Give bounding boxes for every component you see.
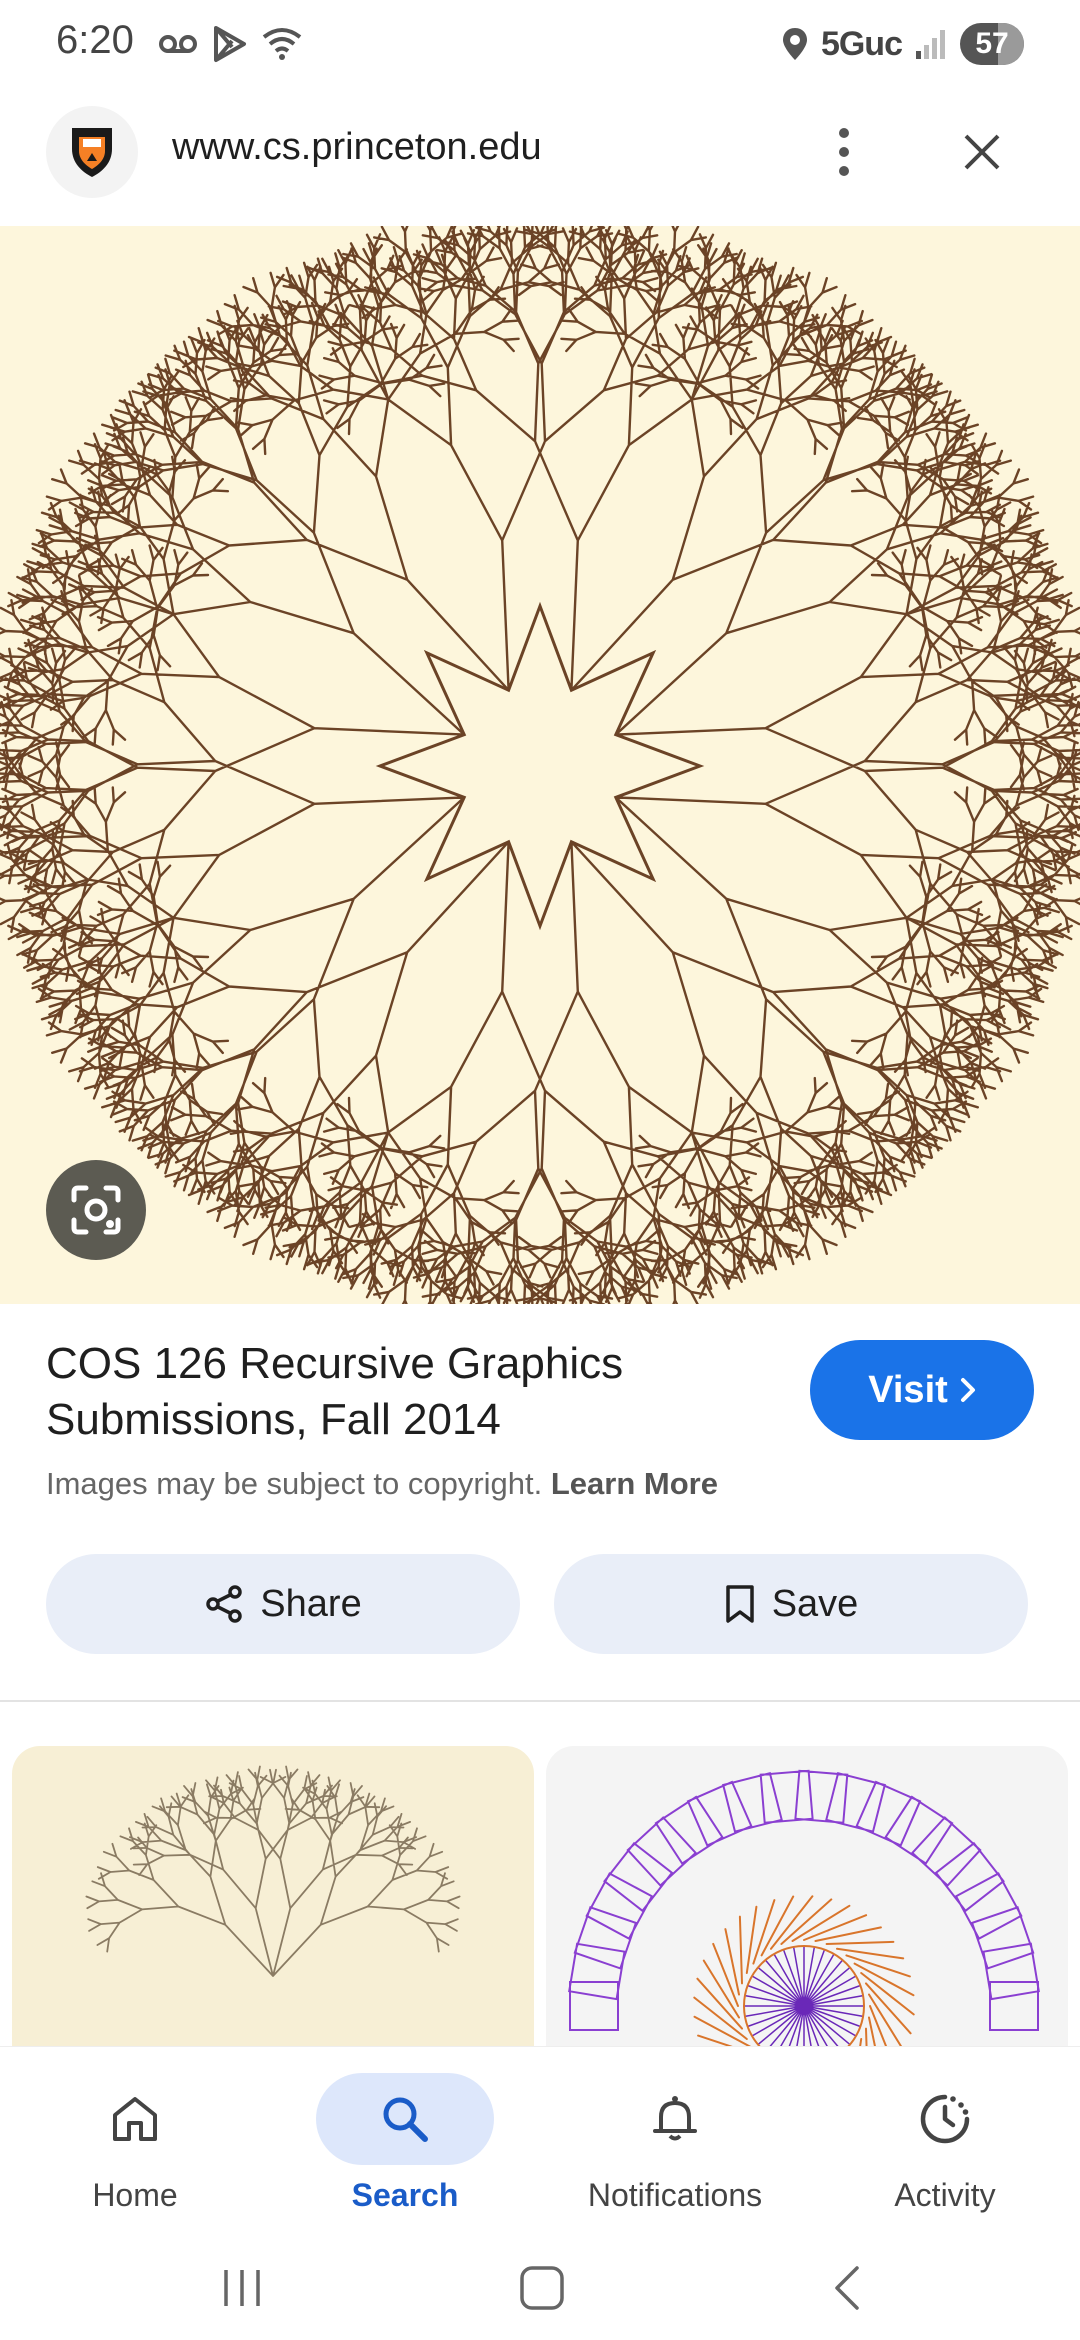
url-text[interactable]: www.cs.princeton.edu — [172, 126, 542, 169]
more-vert-icon — [839, 128, 849, 176]
copyright-notice: Images may be subject to copyright. Lear… — [46, 1466, 718, 1502]
copyright-text: Images may be subject to copyright. — [46, 1466, 543, 1501]
wifi-icon — [262, 28, 302, 60]
network-type: 5Guc — [820, 24, 903, 63]
related-image-tree[interactable] — [12, 1746, 534, 2046]
location-icon — [782, 28, 807, 60]
nav-home[interactable]: Home — [25, 2061, 245, 2231]
home-system-button[interactable] — [502, 2258, 582, 2318]
nav-activity-label: Activity — [894, 2177, 996, 2213]
princeton-shield-icon — [72, 128, 112, 177]
fractal-star — [375, 601, 705, 931]
back-button[interactable] — [806, 2258, 886, 2318]
battery-level: 57 — [975, 27, 1009, 60]
visit-button[interactable]: Visit — [810, 1340, 1034, 1440]
nav-home-label: Home — [92, 2177, 178, 2213]
bottom-navigation: Home Search Notifications Activity — [0, 2046, 1080, 2236]
hero-image[interactable] — [0, 226, 1080, 1304]
lens-search-button[interactable] — [46, 1160, 146, 1260]
status-bar: 6:20 5Guc 57 — [0, 0, 1080, 90]
close-icon — [964, 134, 1000, 170]
back-chevron-icon — [835, 2266, 859, 2310]
status-notification-icons — [158, 22, 302, 66]
share-button[interactable]: Share — [46, 1554, 520, 1654]
activity-icon — [920, 2094, 970, 2144]
google-lens-icon — [71, 1185, 121, 1235]
related-tree-branches — [85, 1765, 461, 1977]
result-title: COS 126 Recursive Graphics Submissions, … — [46, 1339, 624, 1444]
save-label: Save — [771, 1582, 859, 1625]
fractal-tree-image — [0, 226, 1080, 1304]
url-bar: www.cs.princeton.edu — [0, 90, 1080, 226]
nav-notifications[interactable]: Notifications — [565, 2061, 785, 2231]
nav-search-label: Search — [351, 2177, 459, 2213]
related-tree-thumbnail — [85, 1765, 461, 1977]
system-navigation-bar — [0, 2236, 1080, 2340]
divider — [0, 1700, 1080, 1702]
recent-apps-icon — [224, 2270, 260, 2306]
home-icon — [113, 2097, 157, 2141]
bookmark-icon — [725, 1585, 754, 1623]
visit-label: Visit — [868, 1368, 948, 1411]
related-pattern-core — [743, 1945, 865, 2046]
save-button[interactable]: Save — [554, 1554, 1028, 1654]
share-label: Share — [260, 1582, 362, 1625]
close-button[interactable] — [950, 120, 1014, 184]
chevron-right-icon — [960, 1378, 975, 1402]
status-time: 6:20 — [56, 18, 134, 62]
signal-icon — [916, 30, 945, 59]
recent-apps-button[interactable] — [202, 2258, 282, 2318]
nav-activity[interactable]: Activity — [835, 2061, 1055, 2231]
home-square-icon — [520, 2266, 564, 2310]
nav-notifications-label: Notifications — [587, 2177, 763, 2213]
learn-more-link[interactable]: Learn More — [551, 1466, 718, 1501]
nav-search[interactable]: Search — [295, 2061, 515, 2231]
battery-indicator: 57 — [960, 23, 1024, 65]
site-favicon[interactable] — [46, 106, 138, 198]
related-pattern-thumbnail — [568, 1769, 1040, 2046]
share-icon — [206, 1585, 243, 1623]
search-icon — [383, 2097, 428, 2142]
status-system-icons: 5Guc 57 — [781, 20, 1024, 68]
related-image-pattern[interactable] — [546, 1746, 1068, 2046]
play-store-icon — [214, 26, 246, 62]
more-options-button[interactable] — [814, 120, 874, 184]
voicemail-icon — [159, 35, 197, 53]
bell-icon — [653, 2096, 697, 2141]
fractal-branches — [0, 226, 1080, 1304]
